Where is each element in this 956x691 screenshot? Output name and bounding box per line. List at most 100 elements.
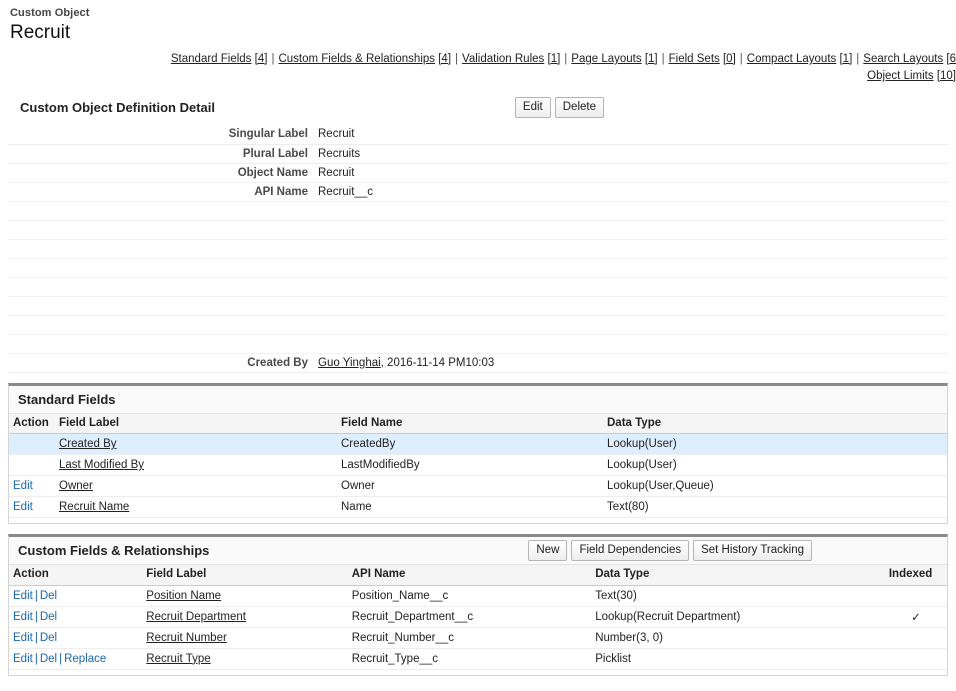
quick-link-count[interactable]: [1]	[839, 53, 852, 65]
quick-link-page-layouts[interactable]: Page Layouts	[571, 53, 641, 65]
custom-fields-col-api-name: API Name	[347, 565, 592, 586]
custom-field-label-link[interactable]: Position Name	[146, 590, 221, 602]
custom-field-label-link[interactable]: Recruit Type	[146, 653, 210, 665]
custom-fields-col-indexed: Indexed	[884, 565, 947, 586]
standard-fields-footer	[9, 518, 947, 523]
detail-blank-label	[8, 315, 318, 335]
detail-blank-label	[8, 220, 318, 240]
detail-blank-row	[8, 315, 948, 335]
custom-fields-col-field-label: Field Label	[142, 565, 348, 586]
custom-field-label-link[interactable]: Recruit Number	[146, 632, 227, 644]
custom-field-del-link[interactable]: Del	[40, 611, 57, 623]
quick-link-compact-layouts[interactable]: Compact Layouts	[747, 53, 837, 65]
detail-blank-row	[8, 239, 948, 259]
detail-row: Object Name Recruit	[8, 163, 948, 183]
quick-link-standard-fields[interactable]: Standard Fields	[171, 53, 252, 65]
custom-field-label-cell: Position Name	[142, 585, 348, 607]
detail-row-value: Recruit	[318, 163, 948, 183]
table-row: Edit Owner Owner Lookup(User,Queue)	[9, 475, 947, 497]
detail-blank-label	[8, 239, 318, 259]
detail-row-value: Recruits	[318, 144, 948, 164]
standard-field-datatype-cell: Lookup(User)	[603, 433, 947, 455]
quick-link-count[interactable]: [1]	[645, 53, 658, 65]
detail-blank-row	[8, 258, 948, 278]
standard-fields-panel: Standard Fields Action Field Label Field N…	[8, 382, 948, 524]
created-by-label: Created By	[8, 353, 318, 373]
custom-fields-header-row: Action Field Label API Name Data Type Indexe…	[9, 565, 947, 586]
created-by-row: Created By Guo Yinghai, 2016-11-14 PM10:0…	[8, 353, 948, 373]
quick-link-count[interactable]: [4]	[438, 53, 451, 65]
detail-blank-row	[8, 296, 948, 316]
page-title: Recruit	[10, 22, 71, 43]
quick-link-validation-rules[interactable]: Validation Rules	[462, 53, 544, 65]
created-by-value: Guo Yinghai, 2016-11-14 PM10:03	[318, 353, 948, 373]
quick-link-count[interactable]: [4]	[255, 53, 268, 65]
custom-field-edit-link[interactable]: Edit	[13, 632, 33, 644]
custom-fields-col-action: Action	[9, 565, 143, 586]
standard-field-datatype-cell: Lookup(User,Queue)	[603, 475, 947, 497]
custom-field-api-name-cell: Position_Name__c	[347, 585, 592, 607]
detail-row-label: API Name	[8, 182, 318, 202]
detail-blank-label	[8, 258, 318, 278]
detail-blank-row	[8, 334, 948, 354]
standard-fields-col-action: Action	[9, 413, 55, 434]
standard-fields-table: Action Field Label Field Name Data Type Cre…	[9, 413, 947, 518]
detail-row: API Name Recruit__c	[8, 182, 948, 202]
custom-fields-panel: Custom Fields & Relationships New Field D…	[8, 534, 948, 676]
action-separator: |	[34, 652, 38, 665]
quick-link-object-limits[interactable]: Object Limits	[867, 70, 933, 82]
delete-button[interactable]: Delete	[554, 97, 604, 118]
standard-field-action-cell: Edit	[9, 475, 55, 497]
standard-field-datatype-cell: Lookup(User)	[603, 454, 947, 476]
standard-field-label-link[interactable]: Created By	[59, 438, 117, 450]
custom-field-action-cell: Edit | Del	[9, 627, 143, 649]
page-header: Custom Object Recruit	[0, 0, 956, 45]
field-dependencies-button[interactable]: Field Dependencies	[571, 540, 690, 561]
detail-blank-value	[318, 277, 948, 297]
standard-field-label-link[interactable]: Owner	[59, 480, 93, 492]
custom-field-datatype-cell: Picklist	[591, 648, 885, 670]
detail-blank-value	[318, 315, 948, 335]
quick-link-field-sets[interactable]: Field Sets	[669, 53, 720, 65]
created-by-user-link[interactable]: Guo Yinghai	[318, 357, 381, 369]
quick-link-label: Object Limits	[867, 70, 934, 82]
quick-link-count[interactable]: [10]	[937, 70, 956, 82]
custom-fields-title: Custom Fields & Relationships	[18, 543, 210, 558]
standard-field-edit-link[interactable]: Edit	[13, 501, 33, 513]
detail-section-title: Custom Object Definition Detail	[20, 100, 216, 115]
standard-field-edit-link[interactable]: Edit	[13, 480, 33, 492]
custom-field-indexed-cell	[884, 648, 947, 670]
standard-field-label-link[interactable]: Recruit Name	[59, 501, 129, 513]
quick-link-count[interactable]: [1]	[548, 53, 561, 65]
set-history-tracking-button[interactable]: Set History Tracking	[693, 540, 812, 561]
table-row: Edit | Del Recruit Department Recruit_Depart…	[9, 606, 947, 628]
detail-action-buttons: Edit Delete	[514, 97, 604, 118]
table-row: Edit | Del Recruit Number Recruit_Number__c N…	[9, 627, 947, 649]
detail-row-value: Recruit	[318, 125, 948, 145]
custom-field-action-cell: Edit | Del	[9, 606, 143, 628]
custom-field-del-link[interactable]: Del	[40, 632, 57, 644]
quick-link-search-layouts[interactable]: Search Layouts	[863, 53, 943, 65]
detail-blank-value	[318, 258, 948, 278]
new-button[interactable]: New	[528, 540, 568, 561]
detail-blank-value	[318, 220, 948, 240]
standard-field-label-link[interactable]: Last Modified By	[59, 459, 144, 471]
custom-field-label-link[interactable]: Recruit Department	[146, 611, 246, 623]
detail-blank-label	[8, 334, 318, 354]
custom-field-edit-link[interactable]: Edit	[13, 653, 33, 665]
custom-field-del-link[interactable]: Del	[40, 653, 57, 665]
quick-link-custom-fields-relationships[interactable]: Custom Fields & Relationships	[278, 53, 435, 65]
quick-link-count[interactable]: [6	[946, 53, 956, 65]
created-by-timestamp: , 2016-11-14 PM10:03	[380, 356, 495, 369]
table-row: Edit | Del Position Name Position_Name__c Tex…	[9, 585, 947, 607]
standard-field-action-cell	[9, 454, 55, 476]
standard-field-label-cell: Recruit Name	[55, 496, 337, 518]
custom-field-label-cell: Recruit Department	[142, 606, 348, 628]
edit-button[interactable]: Edit	[514, 97, 551, 118]
custom-field-del-link[interactable]: Del	[40, 590, 57, 602]
quick-link-count[interactable]: [0]	[723, 53, 736, 65]
custom-field-replace-link[interactable]: Replace	[64, 653, 106, 665]
table-row: Edit | Del | Replace Recruit Type Recruit_Type…	[9, 648, 947, 670]
custom-field-edit-link[interactable]: Edit	[13, 611, 33, 623]
custom-field-edit-link[interactable]: Edit	[13, 590, 33, 602]
